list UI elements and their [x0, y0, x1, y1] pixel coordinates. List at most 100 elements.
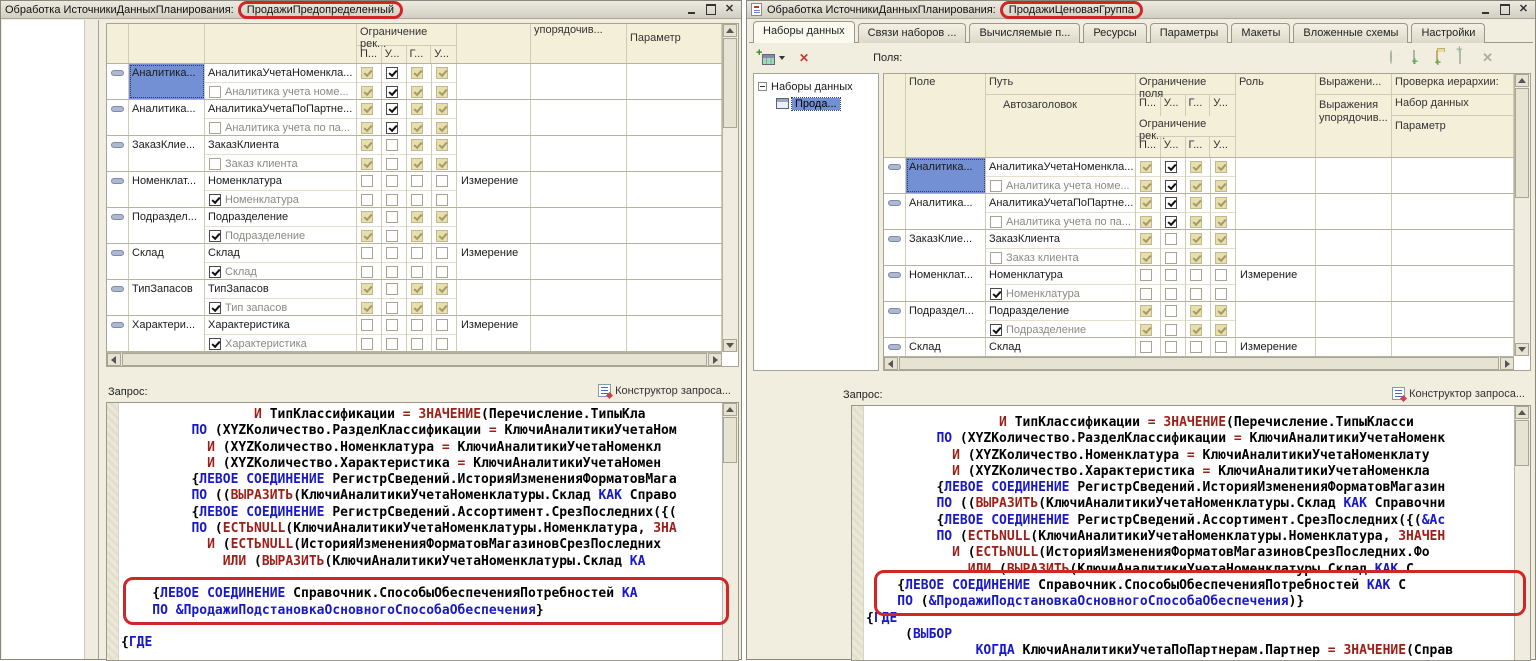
- checkbox-none[interactable]: [1165, 252, 1177, 264]
- tab-макеты[interactable]: Макеты: [1231, 23, 1290, 43]
- checkbox-dim[interactable]: [436, 158, 448, 170]
- parameter-cell[interactable]: [627, 316, 722, 351]
- checkbox-strong[interactable]: [1165, 161, 1177, 173]
- checkbox-strong[interactable]: [386, 86, 398, 98]
- checkbox-strong[interactable]: [386, 67, 398, 79]
- row-grip[interactable]: [884, 302, 906, 337]
- checkbox-dim[interactable]: [1215, 305, 1227, 317]
- expression-cell[interactable]: [531, 100, 627, 135]
- checkbox-none[interactable]: [1190, 341, 1202, 353]
- add-dataset-dropdown-icon[interactable]: [779, 56, 785, 60]
- checkbox-dim[interactable]: [361, 283, 373, 295]
- checkbox-none[interactable]: [386, 230, 398, 242]
- checkbox-none[interactable]: [411, 247, 423, 259]
- checkbox-none[interactable]: [436, 194, 448, 206]
- auto-title-checkbox-checked[interactable]: [990, 288, 1002, 300]
- expression-cell[interactable]: [1316, 158, 1392, 193]
- field-name-cell[interactable]: Аналитика...: [129, 64, 205, 99]
- checkbox-strong[interactable]: [1165, 180, 1177, 192]
- table-row[interactable]: СкладСкладСкладИзмерение: [107, 244, 722, 280]
- table-row[interactable]: Аналитика...АналитикаУчетаНоменкла...Ана…: [884, 158, 1514, 194]
- delete-dataset-button[interactable]: ✕: [799, 51, 809, 65]
- collapse-icon[interactable]: [758, 82, 767, 91]
- checkbox-none[interactable]: [386, 158, 398, 170]
- checkbox-dim[interactable]: [1215, 197, 1227, 209]
- auto-title-checkbox-checked[interactable]: [990, 324, 1002, 336]
- checkbox-none[interactable]: [386, 194, 398, 206]
- checkbox-none[interactable]: [436, 266, 448, 278]
- field-name-cell[interactable]: ЗаказКлие...: [129, 136, 205, 171]
- checkbox-none[interactable]: [1140, 288, 1152, 300]
- table-row[interactable]: ТипЗапасовТипЗапасовТип запасов: [107, 280, 722, 316]
- tab-вложенные-схемы[interactable]: Вложенные схемы: [1293, 23, 1408, 43]
- checkbox-dim[interactable]: [1190, 305, 1202, 317]
- checkbox-none[interactable]: [436, 319, 448, 331]
- row-grip[interactable]: [107, 172, 129, 207]
- checkbox-none[interactable]: [1165, 269, 1177, 281]
- checkbox-none[interactable]: [386, 139, 398, 151]
- checkbox-none[interactable]: [361, 338, 373, 350]
- checkbox-dim[interactable]: [1215, 180, 1227, 192]
- query-text-area[interactable]: И ТипКлассификации = ЗНАЧЕНИЕ(Перечислен…: [851, 405, 1531, 661]
- path-cell[interactable]: СкладСклад: [205, 244, 357, 279]
- expression-cell[interactable]: [531, 280, 627, 315]
- checkbox-none[interactable]: [1140, 341, 1152, 353]
- field-name-cell[interactable]: ТипЗапасов: [129, 280, 205, 315]
- expression-cell[interactable]: [531, 316, 627, 351]
- parameter-cell[interactable]: [627, 172, 722, 207]
- table-row[interactable]: Подраздел...ПодразделениеПодразделение: [884, 302, 1514, 338]
- checkbox-none[interactable]: [1165, 233, 1177, 245]
- parameter-cell[interactable]: [627, 64, 722, 99]
- field-name-cell[interactable]: Аналитика...: [129, 100, 205, 135]
- row-grip[interactable]: [107, 316, 129, 351]
- titlebar[interactable]: Обработка ИсточникиДанныхПланирования: П…: [747, 1, 1535, 19]
- parameter-cell[interactable]: [627, 244, 722, 279]
- checkbox-dim[interactable]: [361, 158, 373, 170]
- checkbox-none[interactable]: [361, 194, 373, 206]
- checkbox-dim[interactable]: [361, 86, 373, 98]
- row-grip[interactable]: [884, 230, 906, 265]
- path-cell[interactable]: НоменклатураНоменклатура: [986, 266, 1136, 301]
- delete-field-icon[interactable]: ✕: [1482, 50, 1493, 66]
- checkbox-dim[interactable]: [1215, 216, 1227, 228]
- checkbox-none[interactable]: [386, 247, 398, 259]
- titlebar[interactable]: Обработка ИсточникиДанныхПланирования: П…: [1, 1, 741, 19]
- datasets-tree[interactable]: Наборы данных Прода...: [753, 73, 879, 371]
- table-row[interactable]: Номенклат...НоменклатураНоменклатура Изме…: [884, 266, 1514, 302]
- role-cell[interactable]: [1236, 230, 1316, 265]
- row-grip[interactable]: [884, 338, 906, 356]
- checkbox-dim[interactable]: [436, 86, 448, 98]
- checkbox-dim[interactable]: [436, 302, 448, 314]
- checkbox-dim[interactable]: [1190, 233, 1202, 245]
- role-cell[interactable]: Измерение: [1236, 338, 1316, 356]
- checkbox-none[interactable]: [386, 266, 398, 278]
- table-vertical-scrollbar[interactable]: [1514, 74, 1530, 356]
- auto-title-checkbox[interactable]: [990, 180, 1002, 192]
- field-name-cell[interactable]: Номенклат...: [906, 266, 986, 301]
- path-cell[interactable]: ХарактеристикаХарактеристика: [205, 316, 357, 351]
- checkbox-dim[interactable]: [1140, 305, 1152, 317]
- role-cell[interactable]: Измерение: [1236, 266, 1316, 301]
- row-grip[interactable]: [107, 244, 129, 279]
- field-name-cell[interactable]: Подраздел...: [129, 208, 205, 243]
- checkbox-dim[interactable]: [1140, 252, 1152, 264]
- tab-связи-наборов-[interactable]: Связи наборов ...: [858, 23, 967, 43]
- checkbox-none[interactable]: [386, 319, 398, 331]
- checkbox-dim[interactable]: [411, 67, 423, 79]
- expression-cell[interactable]: [1316, 266, 1392, 301]
- row-grip[interactable]: [884, 266, 906, 301]
- auto-title-checkbox[interactable]: [209, 86, 221, 98]
- field-name-cell[interactable]: Склад: [129, 244, 205, 279]
- table-row[interactable]: Подраздел...ПодразделениеПодразделение: [107, 208, 722, 244]
- maximize-button[interactable]: [1497, 3, 1512, 16]
- table-row[interactable]: Номенклат...НоменклатураНоменклатураИзме…: [107, 172, 722, 208]
- row-grip[interactable]: [107, 136, 129, 171]
- expression-cell[interactable]: [531, 244, 627, 279]
- checkbox-none[interactable]: [361, 247, 373, 259]
- checkbox-dim[interactable]: [1140, 180, 1152, 192]
- expression-cell[interactable]: [531, 64, 627, 99]
- tab-наборы-данных[interactable]: Наборы данных: [753, 21, 855, 43]
- datasets-tree-panel[interactable]: [2, 20, 99, 659]
- minimize-button[interactable]: [1478, 3, 1493, 16]
- checkbox-dim[interactable]: [1190, 161, 1202, 173]
